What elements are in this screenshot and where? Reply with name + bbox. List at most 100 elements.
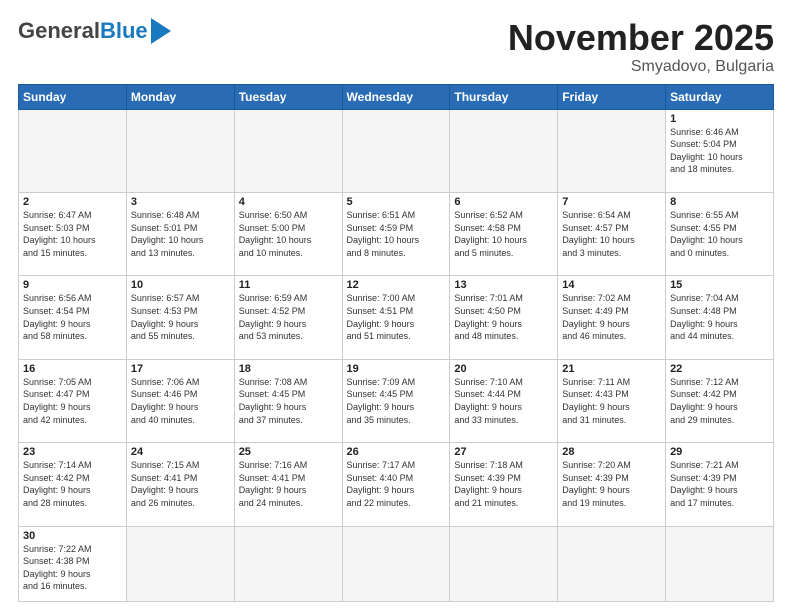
calendar-cell: 13Sunrise: 7:01 AM Sunset: 4:50 PM Dayli… (450, 276, 558, 359)
calendar-cell (450, 526, 558, 601)
calendar-cell: 16Sunrise: 7:05 AM Sunset: 4:47 PM Dayli… (19, 359, 127, 442)
weekday-header-saturday: Saturday (666, 84, 774, 109)
day-number: 15 (670, 279, 769, 291)
day-number: 8 (670, 196, 769, 208)
day-info: Sunrise: 6:56 AM Sunset: 4:54 PM Dayligh… (23, 292, 122, 342)
day-info: Sunrise: 7:18 AM Sunset: 4:39 PM Dayligh… (454, 459, 553, 509)
day-number: 22 (670, 363, 769, 375)
calendar-cell: 8Sunrise: 6:55 AM Sunset: 4:55 PM Daylig… (666, 193, 774, 276)
weekday-header-tuesday: Tuesday (234, 84, 342, 109)
day-info: Sunrise: 6:57 AM Sunset: 4:53 PM Dayligh… (131, 292, 230, 342)
calendar-cell (558, 526, 666, 601)
day-number: 6 (454, 196, 553, 208)
day-number: 10 (131, 279, 230, 291)
calendar-cell: 30Sunrise: 7:22 AM Sunset: 4:38 PM Dayli… (19, 526, 127, 601)
title-block: November 2025 Smyadovo, Bulgaria (508, 18, 774, 76)
day-info: Sunrise: 7:20 AM Sunset: 4:39 PM Dayligh… (562, 459, 661, 509)
day-info: Sunrise: 7:01 AM Sunset: 4:50 PM Dayligh… (454, 292, 553, 342)
day-info: Sunrise: 7:06 AM Sunset: 4:46 PM Dayligh… (131, 376, 230, 426)
day-info: Sunrise: 6:46 AM Sunset: 5:04 PM Dayligh… (670, 126, 769, 176)
day-number: 2 (23, 196, 122, 208)
day-number: 7 (562, 196, 661, 208)
calendar-cell (342, 526, 450, 601)
calendar-cell (558, 109, 666, 192)
day-number: 29 (670, 446, 769, 458)
calendar-cell: 23Sunrise: 7:14 AM Sunset: 4:42 PM Dayli… (19, 443, 127, 526)
calendar-week-row: 16Sunrise: 7:05 AM Sunset: 4:47 PM Dayli… (19, 359, 774, 442)
calendar-cell (234, 109, 342, 192)
logo-arrow-icon (151, 18, 171, 44)
day-number: 9 (23, 279, 122, 291)
calendar-cell: 6Sunrise: 6:52 AM Sunset: 4:58 PM Daylig… (450, 193, 558, 276)
day-info: Sunrise: 6:55 AM Sunset: 4:55 PM Dayligh… (670, 209, 769, 259)
calendar-cell (342, 109, 450, 192)
day-number: 19 (347, 363, 446, 375)
day-info: Sunrise: 7:09 AM Sunset: 4:45 PM Dayligh… (347, 376, 446, 426)
logo: General Blue (18, 18, 171, 44)
weekday-header-thursday: Thursday (450, 84, 558, 109)
calendar-cell: 9Sunrise: 6:56 AM Sunset: 4:54 PM Daylig… (19, 276, 127, 359)
calendar-cell (666, 526, 774, 601)
day-info: Sunrise: 6:47 AM Sunset: 5:03 PM Dayligh… (23, 209, 122, 259)
calendar-cell: 12Sunrise: 7:00 AM Sunset: 4:51 PM Dayli… (342, 276, 450, 359)
calendar-cell: 20Sunrise: 7:10 AM Sunset: 4:44 PM Dayli… (450, 359, 558, 442)
month-year-title: November 2025 (508, 18, 774, 58)
calendar-cell (19, 109, 127, 192)
calendar-cell: 25Sunrise: 7:16 AM Sunset: 4:41 PM Dayli… (234, 443, 342, 526)
day-number: 17 (131, 363, 230, 375)
calendar-cell: 15Sunrise: 7:04 AM Sunset: 4:48 PM Dayli… (666, 276, 774, 359)
calendar-cell: 19Sunrise: 7:09 AM Sunset: 4:45 PM Dayli… (342, 359, 450, 442)
day-number: 11 (239, 279, 338, 291)
day-number: 5 (347, 196, 446, 208)
day-number: 18 (239, 363, 338, 375)
day-number: 13 (454, 279, 553, 291)
calendar-cell: 27Sunrise: 7:18 AM Sunset: 4:39 PM Dayli… (450, 443, 558, 526)
calendar-cell: 21Sunrise: 7:11 AM Sunset: 4:43 PM Dayli… (558, 359, 666, 442)
calendar-cell: 10Sunrise: 6:57 AM Sunset: 4:53 PM Dayli… (126, 276, 234, 359)
day-info: Sunrise: 7:17 AM Sunset: 4:40 PM Dayligh… (347, 459, 446, 509)
day-number: 20 (454, 363, 553, 375)
calendar-cell: 11Sunrise: 6:59 AM Sunset: 4:52 PM Dayli… (234, 276, 342, 359)
day-info: Sunrise: 7:15 AM Sunset: 4:41 PM Dayligh… (131, 459, 230, 509)
day-number: 28 (562, 446, 661, 458)
day-number: 14 (562, 279, 661, 291)
day-info: Sunrise: 7:11 AM Sunset: 4:43 PM Dayligh… (562, 376, 661, 426)
calendar-cell: 29Sunrise: 7:21 AM Sunset: 4:39 PM Dayli… (666, 443, 774, 526)
day-number: 3 (131, 196, 230, 208)
location-subtitle: Smyadovo, Bulgaria (508, 58, 774, 76)
calendar-cell: 18Sunrise: 7:08 AM Sunset: 4:45 PM Dayli… (234, 359, 342, 442)
day-info: Sunrise: 6:59 AM Sunset: 4:52 PM Dayligh… (239, 292, 338, 342)
day-info: Sunrise: 7:22 AM Sunset: 4:38 PM Dayligh… (23, 543, 122, 593)
day-info: Sunrise: 7:14 AM Sunset: 4:42 PM Dayligh… (23, 459, 122, 509)
logo-general-text: General (18, 18, 100, 44)
day-number: 24 (131, 446, 230, 458)
calendar-cell: 24Sunrise: 7:15 AM Sunset: 4:41 PM Dayli… (126, 443, 234, 526)
calendar-cell: 2Sunrise: 6:47 AM Sunset: 5:03 PM Daylig… (19, 193, 127, 276)
calendar-cell: 5Sunrise: 6:51 AM Sunset: 4:59 PM Daylig… (342, 193, 450, 276)
logo-blue-text: Blue (100, 18, 148, 44)
weekday-header-monday: Monday (126, 84, 234, 109)
calendar-cell: 1Sunrise: 6:46 AM Sunset: 5:04 PM Daylig… (666, 109, 774, 192)
day-info: Sunrise: 7:00 AM Sunset: 4:51 PM Dayligh… (347, 292, 446, 342)
day-number: 27 (454, 446, 553, 458)
day-number: 26 (347, 446, 446, 458)
weekday-header-row: SundayMondayTuesdayWednesdayThursdayFrid… (19, 84, 774, 109)
calendar-week-row: 30Sunrise: 7:22 AM Sunset: 4:38 PM Dayli… (19, 526, 774, 601)
calendar-cell (126, 526, 234, 601)
weekday-header-sunday: Sunday (19, 84, 127, 109)
calendar-cell: 26Sunrise: 7:17 AM Sunset: 4:40 PM Dayli… (342, 443, 450, 526)
header: General Blue November 2025 Smyadovo, Bul… (18, 18, 774, 76)
calendar-cell (234, 526, 342, 601)
day-number: 30 (23, 530, 122, 542)
calendar-cell: 28Sunrise: 7:20 AM Sunset: 4:39 PM Dayli… (558, 443, 666, 526)
day-number: 21 (562, 363, 661, 375)
day-number: 12 (347, 279, 446, 291)
calendar-week-row: 23Sunrise: 7:14 AM Sunset: 4:42 PM Dayli… (19, 443, 774, 526)
calendar-cell (450, 109, 558, 192)
day-number: 16 (23, 363, 122, 375)
day-info: Sunrise: 6:52 AM Sunset: 4:58 PM Dayligh… (454, 209, 553, 259)
calendar-cell (126, 109, 234, 192)
calendar-cell: 7Sunrise: 6:54 AM Sunset: 4:57 PM Daylig… (558, 193, 666, 276)
weekday-header-friday: Friday (558, 84, 666, 109)
day-info: Sunrise: 6:51 AM Sunset: 4:59 PM Dayligh… (347, 209, 446, 259)
